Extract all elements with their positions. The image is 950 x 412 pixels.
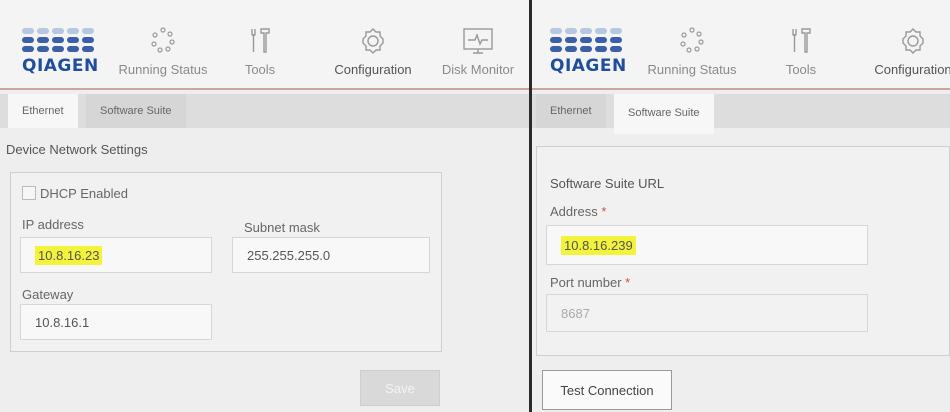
tab-ethernet[interactable]: Ethernet — [8, 94, 78, 128]
ip-address-input[interactable]: 10.8.16.23 — [20, 237, 212, 273]
config-tabs: Ethernet Software Suite — [532, 94, 950, 134]
address-value: 10.8.16.239 — [561, 235, 636, 255]
software-suite-screen: QIAGEN Running Status Tools Configuratio… — [532, 0, 950, 412]
dhcp-label: DHCP Enabled — [40, 186, 128, 201]
app-header: QIAGEN Running Status Tools Configuratio… — [0, 0, 529, 92]
subnet-mask-input[interactable]: 255.255.255.0 — [232, 237, 430, 273]
nav-configuration[interactable]: Configuration — [320, 0, 426, 92]
running-status-icon — [118, 22, 208, 56]
nav-tools[interactable]: Tools — [776, 22, 826, 77]
test-connection-button[interactable]: Test Connection — [542, 370, 672, 410]
monitor-icon — [438, 22, 518, 56]
ethernet-screen: QIAGEN Running Status Tools Configuratio… — [0, 0, 529, 412]
nav-label: Configuration — [334, 62, 412, 77]
nav-label: Configuration — [874, 62, 950, 77]
nav-tools[interactable]: Tools — [230, 22, 290, 77]
qiagen-logo: QIAGEN — [550, 28, 632, 88]
tools-icon — [776, 22, 826, 56]
config-tabs: Ethernet Software Suite — [0, 94, 529, 128]
gateway-label: Gateway — [22, 287, 74, 302]
address-input[interactable]: 10.8.16.239 — [546, 225, 868, 265]
tab-ethernet[interactable]: Ethernet — [536, 94, 606, 128]
section-title: Software Suite URL — [550, 176, 665, 191]
nav-disk-monitor[interactable]: Disk Monitor — [438, 22, 518, 77]
logo-text: QIAGEN — [22, 56, 99, 76]
nav-label: Tools — [785, 62, 817, 77]
nav-running-status[interactable]: Running Status — [644, 22, 740, 77]
gear-icon — [870, 22, 950, 56]
gateway-value: 10.8.16.1 — [35, 314, 90, 330]
port-number-value: 8687 — [561, 305, 590, 321]
port-number-label: Port number * — [550, 275, 631, 290]
nav-label: Running Status — [118, 62, 208, 77]
save-button[interactable]: Save — [360, 370, 440, 406]
section-title: Device Network Settings — [6, 142, 148, 157]
app-header: QIAGEN Running Status Tools Configuratio… — [532, 0, 950, 92]
tools-icon — [230, 22, 290, 56]
subnet-mask-value: 255.255.255.0 — [247, 247, 331, 263]
nav-label: Tools — [244, 62, 276, 77]
nav-configuration[interactable]: Configuration — [860, 0, 950, 92]
required-marker: * — [625, 275, 631, 290]
subnet-mask-label: Subnet mask — [244, 220, 320, 235]
logo-dots-icon — [22, 28, 104, 52]
tab-software-suite[interactable]: Software Suite — [614, 94, 714, 134]
gateway-input[interactable]: 10.8.16.1 — [20, 304, 212, 340]
dhcp-checkbox[interactable] — [22, 186, 36, 200]
nav-label: Running Status — [647, 62, 737, 77]
nav-label: Disk Monitor — [441, 62, 515, 77]
tab-software-suite[interactable]: Software Suite — [86, 94, 186, 128]
qiagen-logo: QIAGEN — [22, 28, 104, 88]
logo-dots-icon — [550, 28, 632, 52]
required-marker: * — [601, 204, 607, 219]
logo-text: QIAGEN — [550, 56, 627, 76]
running-status-icon — [644, 22, 740, 56]
port-number-input[interactable]: 8687 — [546, 294, 868, 332]
gear-icon — [330, 22, 416, 56]
ip-address-label: IP address — [22, 217, 84, 232]
nav-running-status[interactable]: Running Status — [118, 22, 208, 77]
ip-address-value: 10.8.16.23 — [35, 245, 103, 265]
address-label: Address * — [550, 204, 607, 219]
